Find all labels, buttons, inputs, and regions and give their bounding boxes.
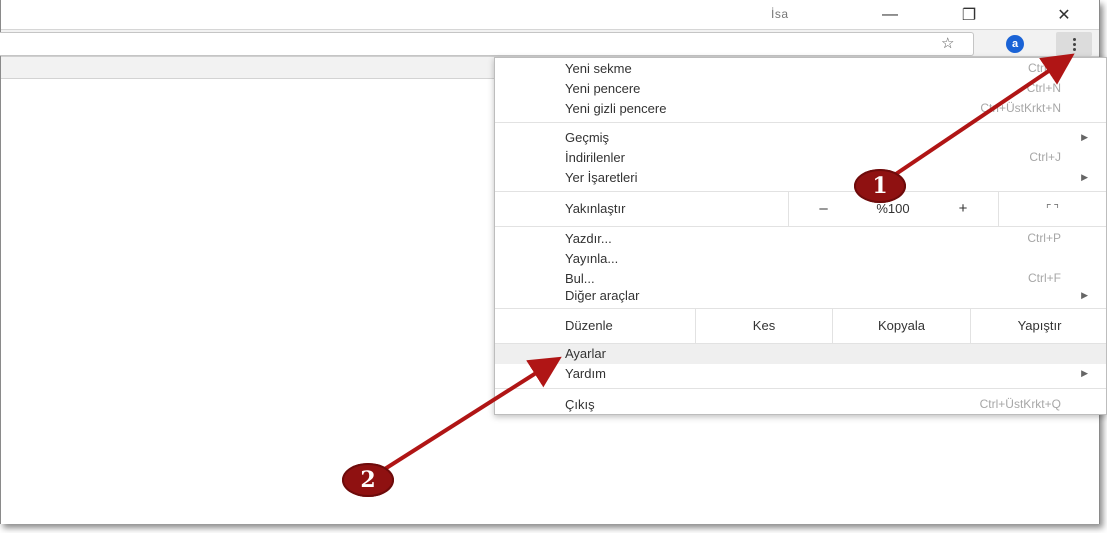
address-bar[interactable] [0, 32, 974, 56]
chrome-menu-button[interactable] [1056, 32, 1092, 56]
menu-item-label: Yardım [565, 366, 606, 381]
menu-item-bookmarks[interactable]: Yer İşaretleri ▶ [495, 168, 1106, 188]
menu-item-label: Ayarlar [565, 346, 606, 361]
cut-button[interactable]: Kes [695, 308, 832, 343]
menu-item-label: Yeni pencere [565, 81, 641, 96]
menu-item-shortcut: Ctrl+N [1026, 81, 1061, 95]
kebab-dot-icon [1072, 42, 1076, 46]
copy-button[interactable]: Kopyala [832, 308, 970, 343]
submenu-arrow-icon: ▶ [1081, 368, 1088, 378]
title-bar: İsa — ❐ ✕ [1, 0, 1099, 30]
menu-item-shortcut: Ctrl+ÜstKrkt+Q [979, 397, 1061, 411]
menu-item-new-tab[interactable]: Yeni sekme Ctrl+T [495, 59, 1106, 79]
menu-item-label: Yer İşaretleri [565, 170, 638, 185]
close-button[interactable]: ✕ [1041, 0, 1087, 30]
fullscreen-icon[interactable]: ⌜⌝ [998, 191, 1107, 226]
submenu-arrow-icon: ▶ [1081, 290, 1088, 300]
menu-separator [495, 226, 1106, 227]
menu-item-exit[interactable]: Çıkış Ctrl+ÜstKrkt+Q [495, 395, 1106, 415]
browser-toolbar: ☆ a [0, 30, 1099, 57]
kebab-dot-icon [1072, 47, 1076, 51]
annotation-badge-2: 2 [342, 463, 394, 497]
menu-item-new-window[interactable]: Yeni pencere Ctrl+N [495, 79, 1106, 99]
chrome-main-menu: Yeni sekme Ctrl+T Yeni pencere Ctrl+N Ye… [494, 57, 1107, 415]
paste-button[interactable]: Yapıştır [970, 308, 1107, 343]
menu-item-shortcut: Ctrl+T [1028, 61, 1061, 75]
menu-separator [495, 122, 1106, 123]
menu-item-label: Yayınla... [565, 251, 619, 266]
menu-item-label: Yazdır... [565, 231, 612, 246]
extension-icon[interactable]: a [1006, 35, 1024, 53]
menu-item-label: Diğer araçlar [565, 288, 640, 303]
edit-label: Düzenle [565, 318, 613, 333]
menu-item-history[interactable]: Geçmiş ▶ [495, 128, 1106, 148]
zoom-label: Yakınlaştır [565, 201, 626, 216]
menu-separator [495, 388, 1106, 389]
menu-item-settings[interactable]: Ayarlar [495, 344, 1106, 364]
submenu-arrow-icon: ▶ [1081, 172, 1088, 182]
menu-item-downloads[interactable]: İndirilenler Ctrl+J [495, 148, 1106, 168]
menu-zoom-row: Yakınlaştır – %100 + ⌜⌝ [495, 191, 1106, 226]
menu-item-shortcut: Ctrl+ÜstKrkt+N [980, 101, 1061, 115]
menu-item-label: Çıkış [565, 397, 595, 412]
annotation-badge-1: 1 [854, 169, 906, 203]
menu-item-label: İndirilenler [565, 150, 625, 165]
menu-item-more-tools[interactable]: Diğer araçlar ▶ [495, 286, 1106, 306]
menu-item-label: Bul... [565, 271, 595, 286]
menu-item-shortcut: Ctrl+P [1027, 231, 1061, 245]
bookmark-star-icon[interactable]: ☆ [941, 34, 954, 52]
zoom-in-button[interactable]: + [928, 191, 998, 226]
zoom-out-button[interactable]: – [788, 191, 858, 226]
menu-item-new-incognito-window[interactable]: Yeni gizli pencere Ctrl+ÜstKrkt+N [495, 99, 1106, 119]
submenu-arrow-icon: ▶ [1081, 132, 1088, 142]
profile-name[interactable]: İsa [771, 7, 789, 21]
kebab-dot-icon [1072, 37, 1076, 41]
menu-item-label: Yeni gizli pencere [565, 101, 667, 116]
menu-item-label: Geçmiş [565, 130, 610, 145]
menu-item-help[interactable]: Yardım ▶ [495, 364, 1106, 384]
menu-item-label: Yeni sekme [565, 61, 632, 76]
menu-item-cast[interactable]: Yayınla... [495, 249, 1106, 269]
menu-item-shortcut: Ctrl+F [1028, 271, 1061, 285]
menu-item-shortcut: Ctrl+J [1029, 150, 1061, 164]
menu-edit-row: Düzenle Kes Kopyala Yapıştır [495, 308, 1106, 343]
minimize-button[interactable]: — [867, 0, 913, 30]
menu-item-print[interactable]: Yazdır... Ctrl+P [495, 229, 1106, 249]
restore-button[interactable]: ❐ [946, 0, 992, 30]
